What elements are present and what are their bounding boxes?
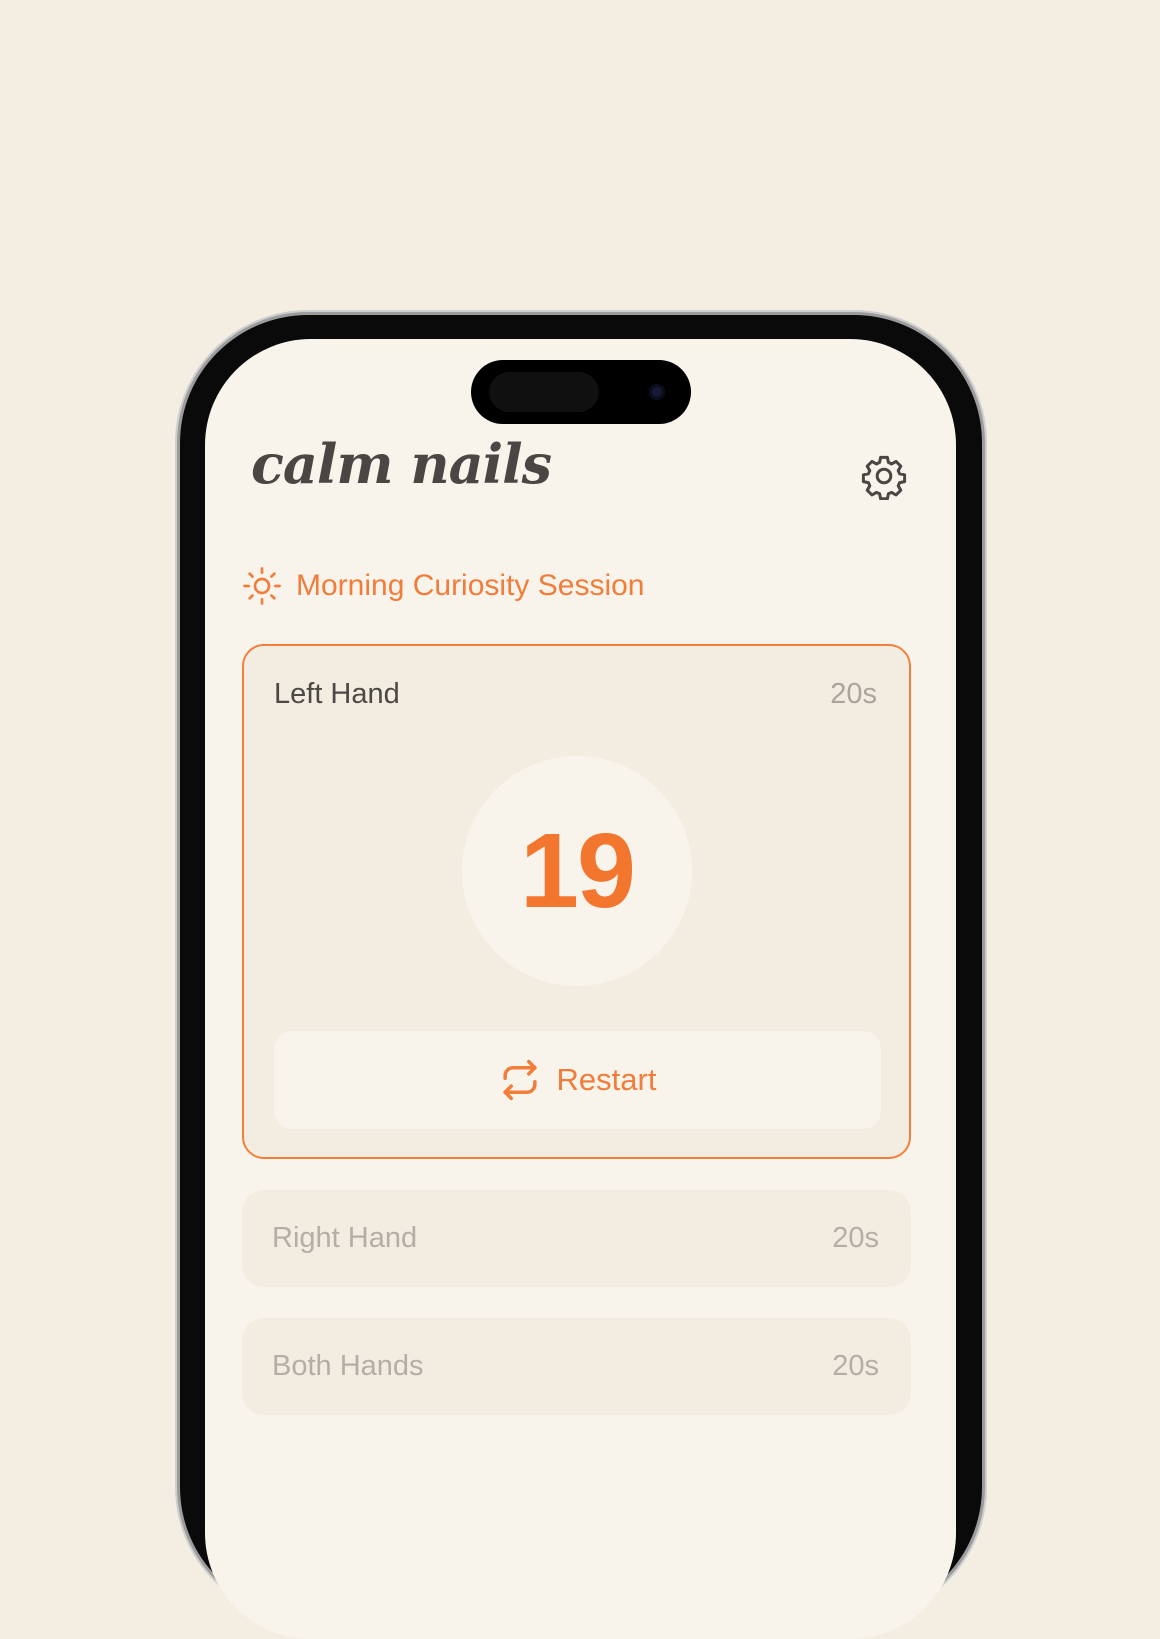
settings-button[interactable] [858,450,910,502]
timer-value: 19 [520,811,636,930]
session-header: Morning Curiosity Session [242,566,644,606]
dynamic-island [471,360,691,424]
gear-icon [861,455,907,500]
session-title: Morning Curiosity Session [296,569,645,602]
exercise-duration: 20s [832,1222,879,1254]
restart-button[interactable]: Restart [274,1031,881,1129]
repeat-icon [502,1059,537,1101]
exercise-card-both-hands[interactable]: Both Hands 20s [242,1318,911,1415]
timer-circle: 19 [462,756,692,986]
exercise-duration: 20s [832,1350,879,1382]
exercise-duration: 20s [830,678,877,710]
exercise-label: Right Hand [272,1222,418,1254]
exercise-label: Left Hand [274,678,400,710]
app-logo: calm nails [251,432,552,496]
island-sensor [489,372,599,412]
exercise-card-left-hand[interactable]: Left Hand 20s 19 Restart [242,644,911,1159]
exercise-card-right-hand[interactable]: Right Hand 20s [242,1190,911,1287]
front-camera [649,384,665,400]
exercise-label: Both Hands [272,1350,424,1382]
sun-icon [243,567,281,605]
restart-label: Restart [556,1062,657,1097]
